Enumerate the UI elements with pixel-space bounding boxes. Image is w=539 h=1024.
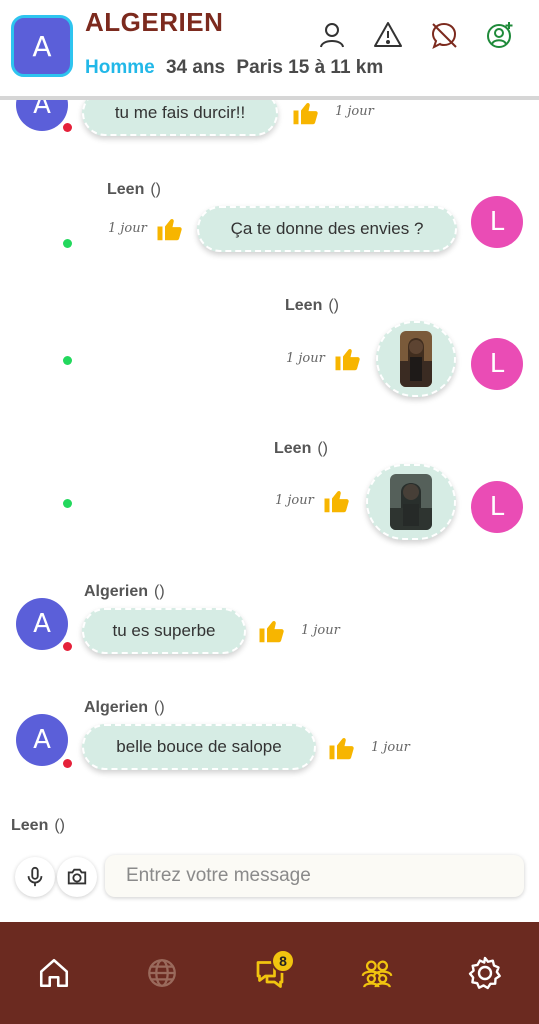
online-status-dot — [63, 239, 72, 248]
unread-badge: 8 — [271, 949, 295, 973]
thumbs-up-icon[interactable] — [155, 214, 185, 244]
globe-icon[interactable] — [142, 953, 182, 993]
header-divider — [0, 96, 539, 100]
message-text: tu me fais durcir!! — [114, 103, 246, 122]
profile-gender: Homme — [85, 57, 155, 78]
sender-avatar[interactable]: A — [16, 598, 68, 650]
message-bubble[interactable]: Ça te donne des envies ? — [197, 206, 457, 252]
offline-status-dot — [63, 759, 72, 768]
thumbs-up-icon[interactable] — [291, 98, 321, 128]
sender-name: Algerien() — [84, 699, 165, 716]
sender-name: Leen() — [11, 817, 65, 834]
avatar-letter: A — [33, 725, 51, 755]
profile-info: Homme 34 ans Paris 15 à 11 km — [85, 57, 383, 79]
photo-thumbnail[interactable] — [390, 474, 432, 530]
thumbs-up-icon[interactable] — [327, 733, 357, 763]
offline-status-dot — [63, 123, 72, 132]
sender-avatar[interactable]: L — [471, 481, 523, 533]
photo-thumbnail[interactable] — [400, 331, 432, 387]
sender-name: Algerien() — [84, 583, 165, 600]
sender-avatar[interactable]: A — [16, 714, 68, 766]
avatar-letter: A — [32, 29, 52, 63]
message-time: 1 jour — [335, 104, 374, 119]
message-bubble[interactable]: tu es superbe — [82, 608, 246, 654]
home-icon[interactable] — [34, 953, 74, 993]
image-message-bubble[interactable] — [376, 321, 456, 397]
thumbs-up-icon[interactable] — [257, 616, 287, 646]
microphone-button[interactable] — [15, 857, 55, 897]
sender-avatar[interactable]: L — [471, 338, 523, 390]
message-text: Ça te donne des envies ? — [230, 219, 424, 238]
profile-location: Paris 15 à 11 km — [236, 57, 384, 78]
chat-header: A ALGERIEN Homme 34 ans Paris 15 à 11 km — [0, 0, 539, 100]
message-input[interactable] — [105, 855, 524, 897]
sender-avatar[interactable]: L — [471, 196, 523, 248]
online-status-dot — [63, 499, 72, 508]
bottom-nav — [0, 922, 539, 1024]
message-time: 1 jour — [108, 221, 147, 236]
message-time: 1 jour — [286, 351, 325, 366]
message-bubble[interactable]: belle bouce de salope — [82, 724, 316, 770]
camera-icon — [67, 868, 87, 885]
thumbs-up-icon[interactable] — [322, 486, 352, 516]
offline-status-dot — [63, 642, 72, 651]
profile-avatar[interactable]: A — [11, 15, 73, 77]
camera-button[interactable] — [57, 857, 97, 897]
message-time: 1 jour — [275, 493, 314, 508]
warning-icon[interactable] — [372, 19, 404, 51]
message-text: belle bouce de salope — [116, 737, 282, 756]
profile-age: 34 ans — [165, 57, 226, 78]
add-friend-icon[interactable] — [484, 19, 516, 51]
image-message-bubble[interactable] — [366, 464, 456, 540]
online-status-dot — [63, 356, 72, 365]
sender-name: Leen() — [285, 297, 339, 314]
message-text: tu es superbe — [112, 621, 216, 640]
microphone-icon — [27, 866, 43, 887]
avatar-letter: L — [489, 207, 505, 237]
thumbs-up-icon[interactable] — [333, 344, 363, 374]
profile-name: ALGERIEN — [85, 7, 224, 37]
settings-icon[interactable] — [465, 953, 505, 993]
sender-name: Leen() — [274, 440, 328, 457]
block-chat-icon[interactable] — [428, 19, 460, 51]
sender-name: Leen() — [107, 181, 161, 198]
user-icon[interactable] — [316, 19, 348, 51]
avatar-letter: L — [489, 492, 505, 522]
avatar-letter: L — [489, 349, 505, 379]
message-time: 1 jour — [301, 623, 340, 638]
message-time: 1 jour — [371, 740, 410, 755]
avatar-letter: A — [33, 609, 51, 639]
group-icon[interactable] — [357, 953, 397, 993]
